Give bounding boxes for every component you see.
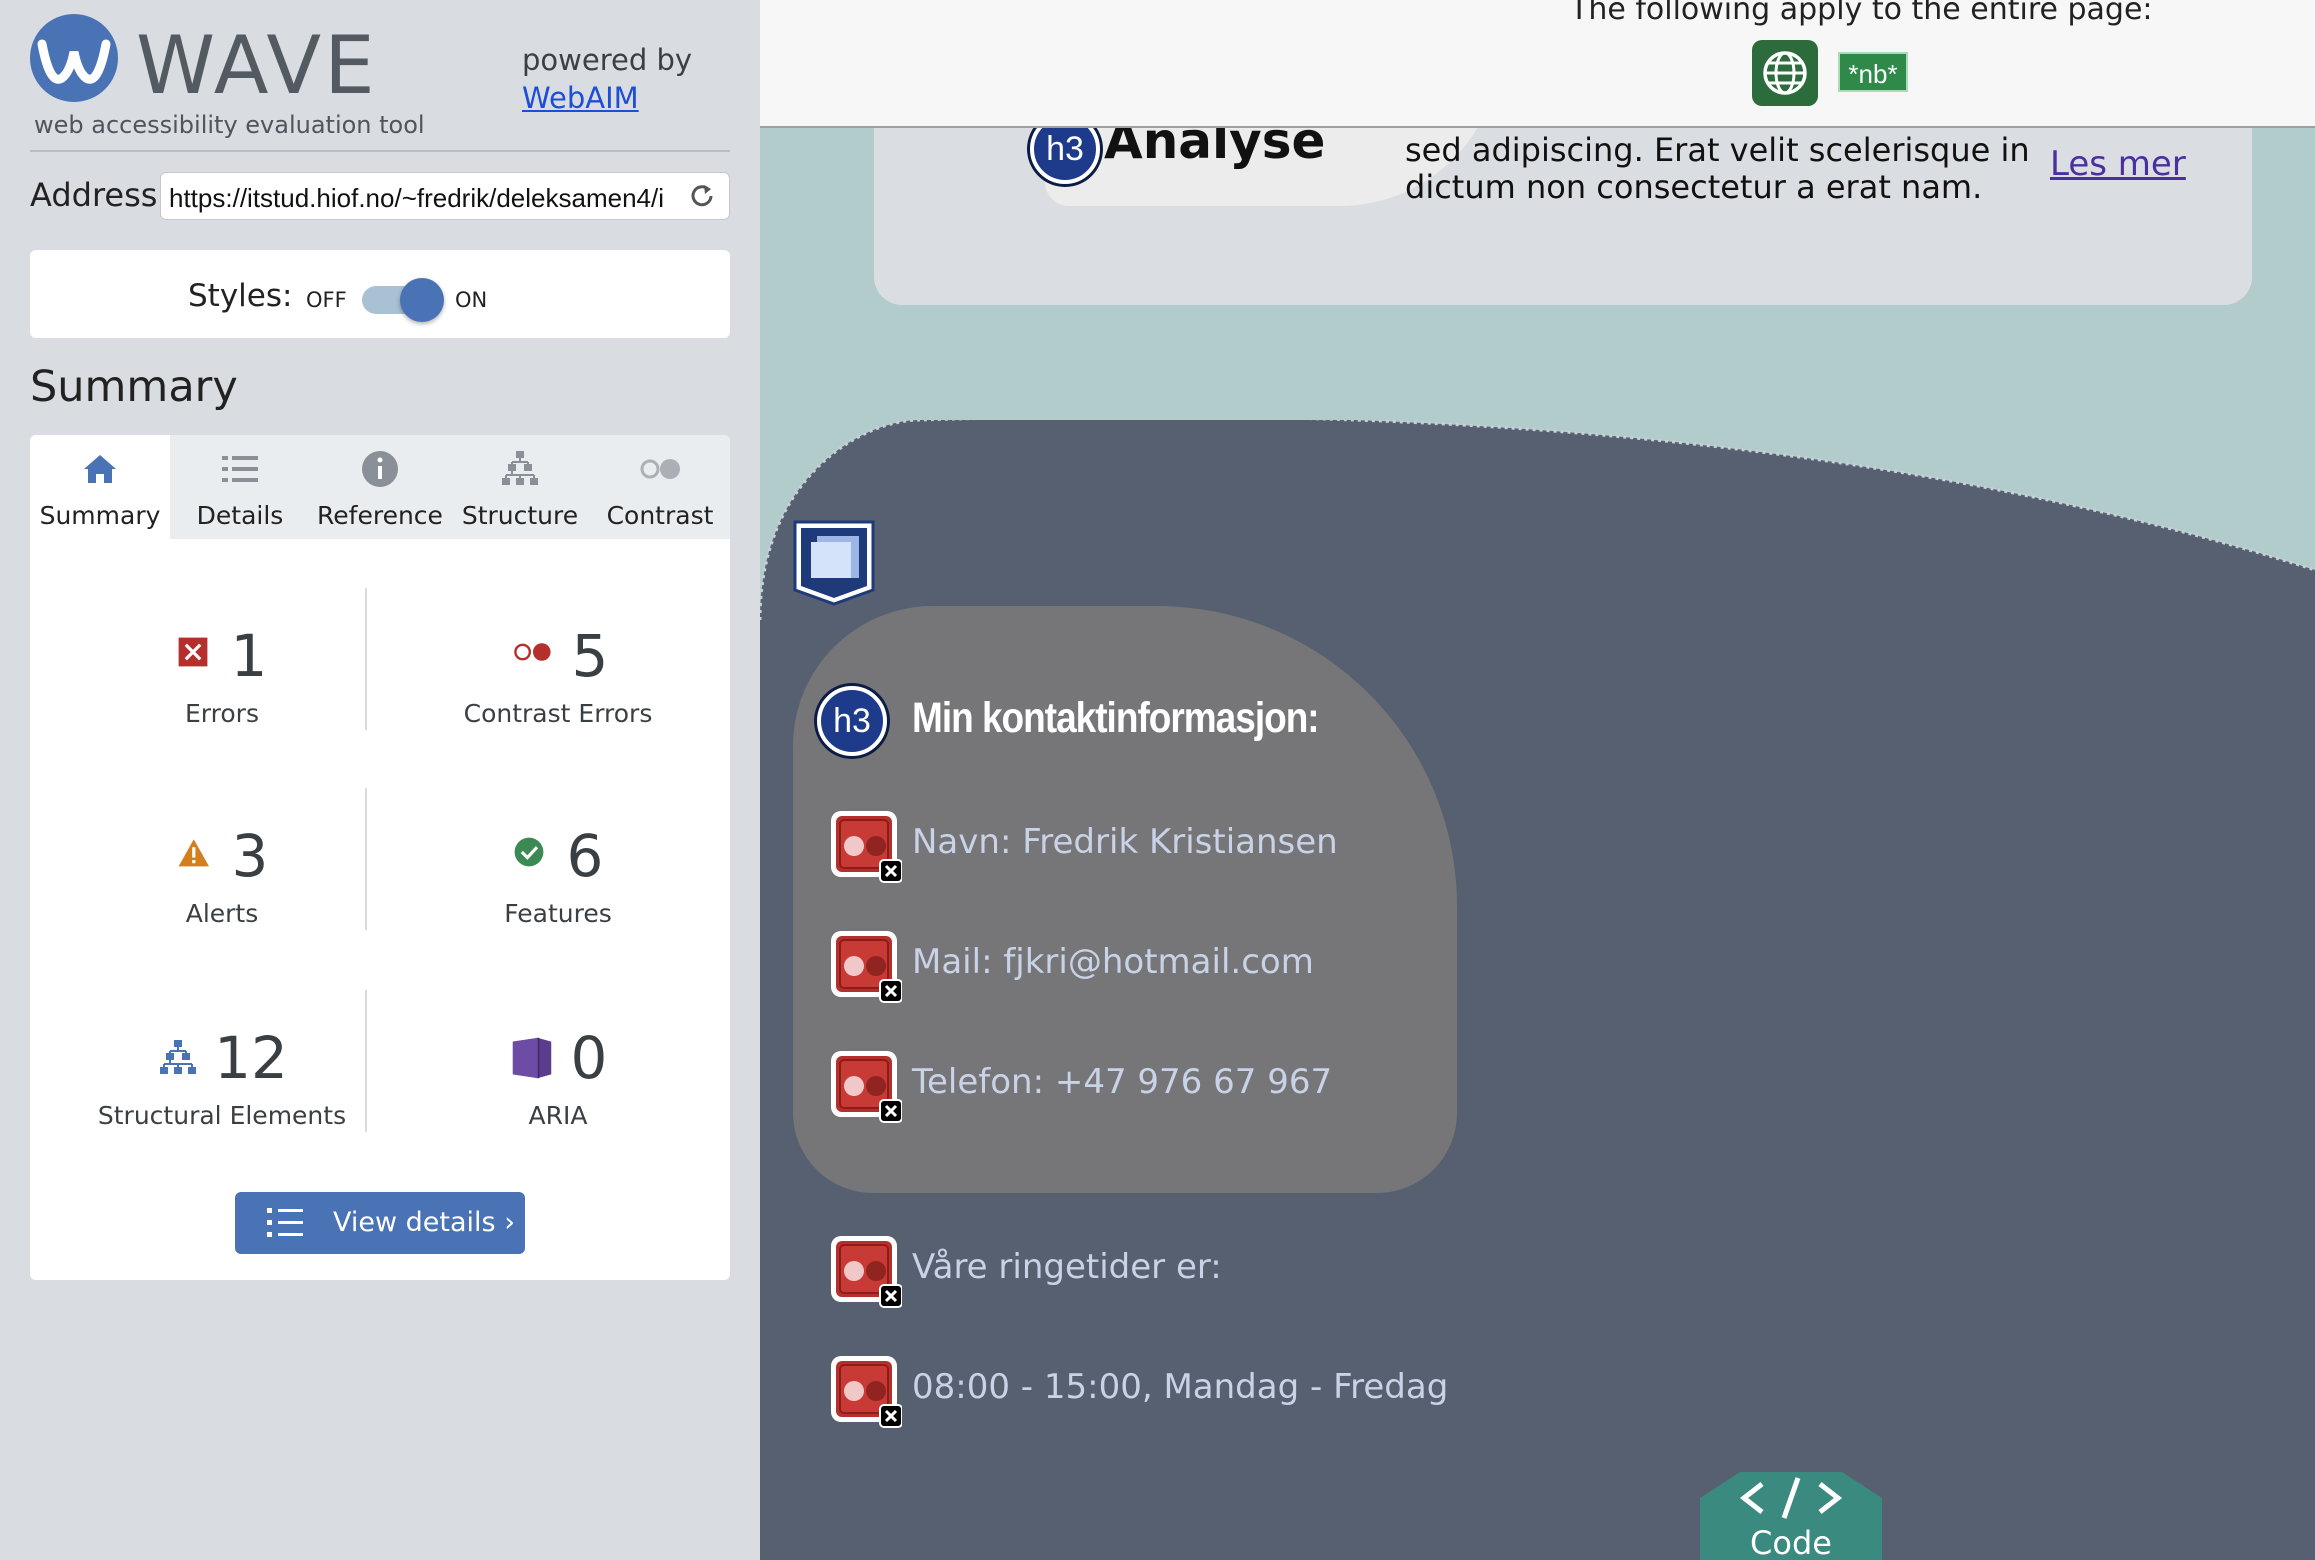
alert-icon	[178, 839, 209, 867]
tab-details-label: Details	[196, 501, 284, 530]
contrast-errors-label: Contrast Errors	[463, 699, 653, 728]
contact-name: Navn: Fredrik Kristiansen	[912, 822, 1338, 862]
wave-tagline: web accessibility evaluation tool	[34, 111, 425, 139]
address-input[interactable]: https://itstud.hiof.no/~fredrik/deleksam…	[160, 172, 730, 220]
summary-heading: Summary	[30, 362, 238, 412]
page-preview: h3 Analyse sed adipiscing. Erat velit sc…	[760, 0, 2315, 1560]
list-icon	[222, 456, 258, 482]
features-label: Features	[504, 899, 612, 928]
contrast-error-icon[interactable]	[828, 928, 902, 1004]
stat-features[interactable]: 6 Features	[398, 823, 718, 928]
structural-label: Structural Elements	[97, 1101, 347, 1130]
section-landmark-icon[interactable]	[793, 520, 875, 606]
tab-reference[interactable]: Reference	[310, 435, 450, 539]
errors-count: 1	[230, 622, 268, 690]
contrast-error-icon[interactable]	[828, 1233, 902, 1309]
styles-on-label: ON	[455, 288, 488, 312]
tab-summary[interactable]: Summary	[30, 435, 170, 539]
stat-errors[interactable]: 1 Errors	[62, 623, 382, 728]
address-value[interactable]: https://itstud.hiof.no/~fredrik/deleksam…	[169, 183, 679, 214]
alerts-label: Alerts	[185, 899, 259, 928]
les-mer-link[interactable]: Les mer	[2050, 144, 2186, 184]
hours-value: 08:00 - 15:00, Mandag - Fredag	[912, 1367, 1449, 1407]
view-details-label: View details ›	[333, 1207, 515, 1238]
h3-icon[interactable]: h3	[817, 686, 887, 756]
contact-mail: Mail: fjkri@hotmail.com	[912, 942, 1314, 982]
code-toggle-button[interactable]: Code	[1700, 1468, 1882, 1560]
sidebar-divider	[30, 150, 730, 152]
view-details-button[interactable]: View details ›	[235, 1192, 525, 1254]
feature-check-icon	[514, 837, 543, 867]
contrast-icon	[640, 459, 680, 479]
features-count: 6	[566, 822, 604, 890]
styles-off-label: OFF	[306, 288, 347, 312]
info-icon	[362, 451, 398, 487]
code-label: Code	[1750, 1524, 1832, 1560]
reload-icon[interactable]	[687, 181, 717, 211]
aria-label: ARIA	[528, 1101, 588, 1130]
tab-structure-label: Structure	[461, 501, 579, 530]
lorem-text: sed adipiscing. Erat velit scelerisque i…	[1405, 131, 2030, 206]
alerts-count: 3	[231, 822, 269, 890]
contrast-errors-count: 5	[571, 622, 609, 690]
tab-reference-label: Reference	[317, 501, 443, 530]
structure-icon	[502, 451, 538, 485]
contact-title: Min kontaktinformasjon:	[912, 693, 1320, 741]
tab-details[interactable]: Details	[170, 435, 310, 539]
styles-toggle-panel: Styles: OFF ON	[30, 250, 730, 338]
stat-structural[interactable]: 12 Structural Elements	[62, 1025, 382, 1130]
contrast-error-icon[interactable]	[828, 1048, 902, 1124]
powered-by: powered by WebAIM	[522, 41, 692, 117]
list-icon	[267, 1208, 303, 1237]
language-nb-badge[interactable]: *nb*	[1838, 52, 1908, 92]
wave-logo: WAVE web accessibility evaluation tool p…	[30, 14, 730, 139]
panel-tabbar: Summary Details Reference Structure Cont…	[30, 435, 730, 539]
stat-alerts[interactable]: 3 Alerts	[62, 823, 382, 928]
wave-logo-text: WAVE	[136, 19, 378, 112]
contrast-error-icon	[513, 643, 551, 661]
powered-by-text: powered by	[522, 43, 693, 77]
tab-summary-label: Summary	[39, 501, 161, 530]
language-globe-icon[interactable]	[1752, 40, 1818, 106]
contact-phone: Telefon: +47 976 67 967	[912, 1062, 1333, 1102]
aria-count: 0	[570, 1024, 608, 1092]
errors-label: Errors	[185, 699, 259, 728]
webaim-link[interactable]: WebAIM	[522, 81, 639, 115]
tab-contrast-label: Contrast	[606, 501, 714, 530]
styles-label: Styles:	[188, 278, 293, 314]
contrast-error-icon[interactable]	[828, 1353, 902, 1429]
page-level-features-bar: The following apply to the entire page: …	[760, 0, 2315, 128]
summary-panel: Summary Details Reference Structure Cont…	[30, 435, 730, 1280]
contrast-error-icon[interactable]	[828, 808, 902, 884]
page-level-text: The following apply to the entire page:	[1570, 0, 2153, 27]
home-icon	[84, 455, 116, 483]
hours-heading: Våre ringetider er:	[912, 1247, 1222, 1287]
stat-contrast-errors[interactable]: 5 Contrast Errors	[398, 623, 718, 728]
wave-sidebar: WAVE web accessibility evaluation tool p…	[0, 0, 760, 1560]
structure-icon	[160, 1040, 197, 1074]
styles-toggle-knob[interactable]	[400, 278, 444, 322]
tab-contrast[interactable]: Contrast	[590, 435, 730, 539]
error-icon	[178, 637, 207, 667]
stat-aria[interactable]: 0 ARIA	[398, 1025, 718, 1130]
wave-logo-icon	[30, 14, 118, 102]
address-label: Address:	[30, 176, 169, 214]
aria-icon	[512, 1037, 551, 1079]
tab-structure[interactable]: Structure	[450, 435, 590, 539]
structural-count: 12	[214, 1024, 288, 1092]
